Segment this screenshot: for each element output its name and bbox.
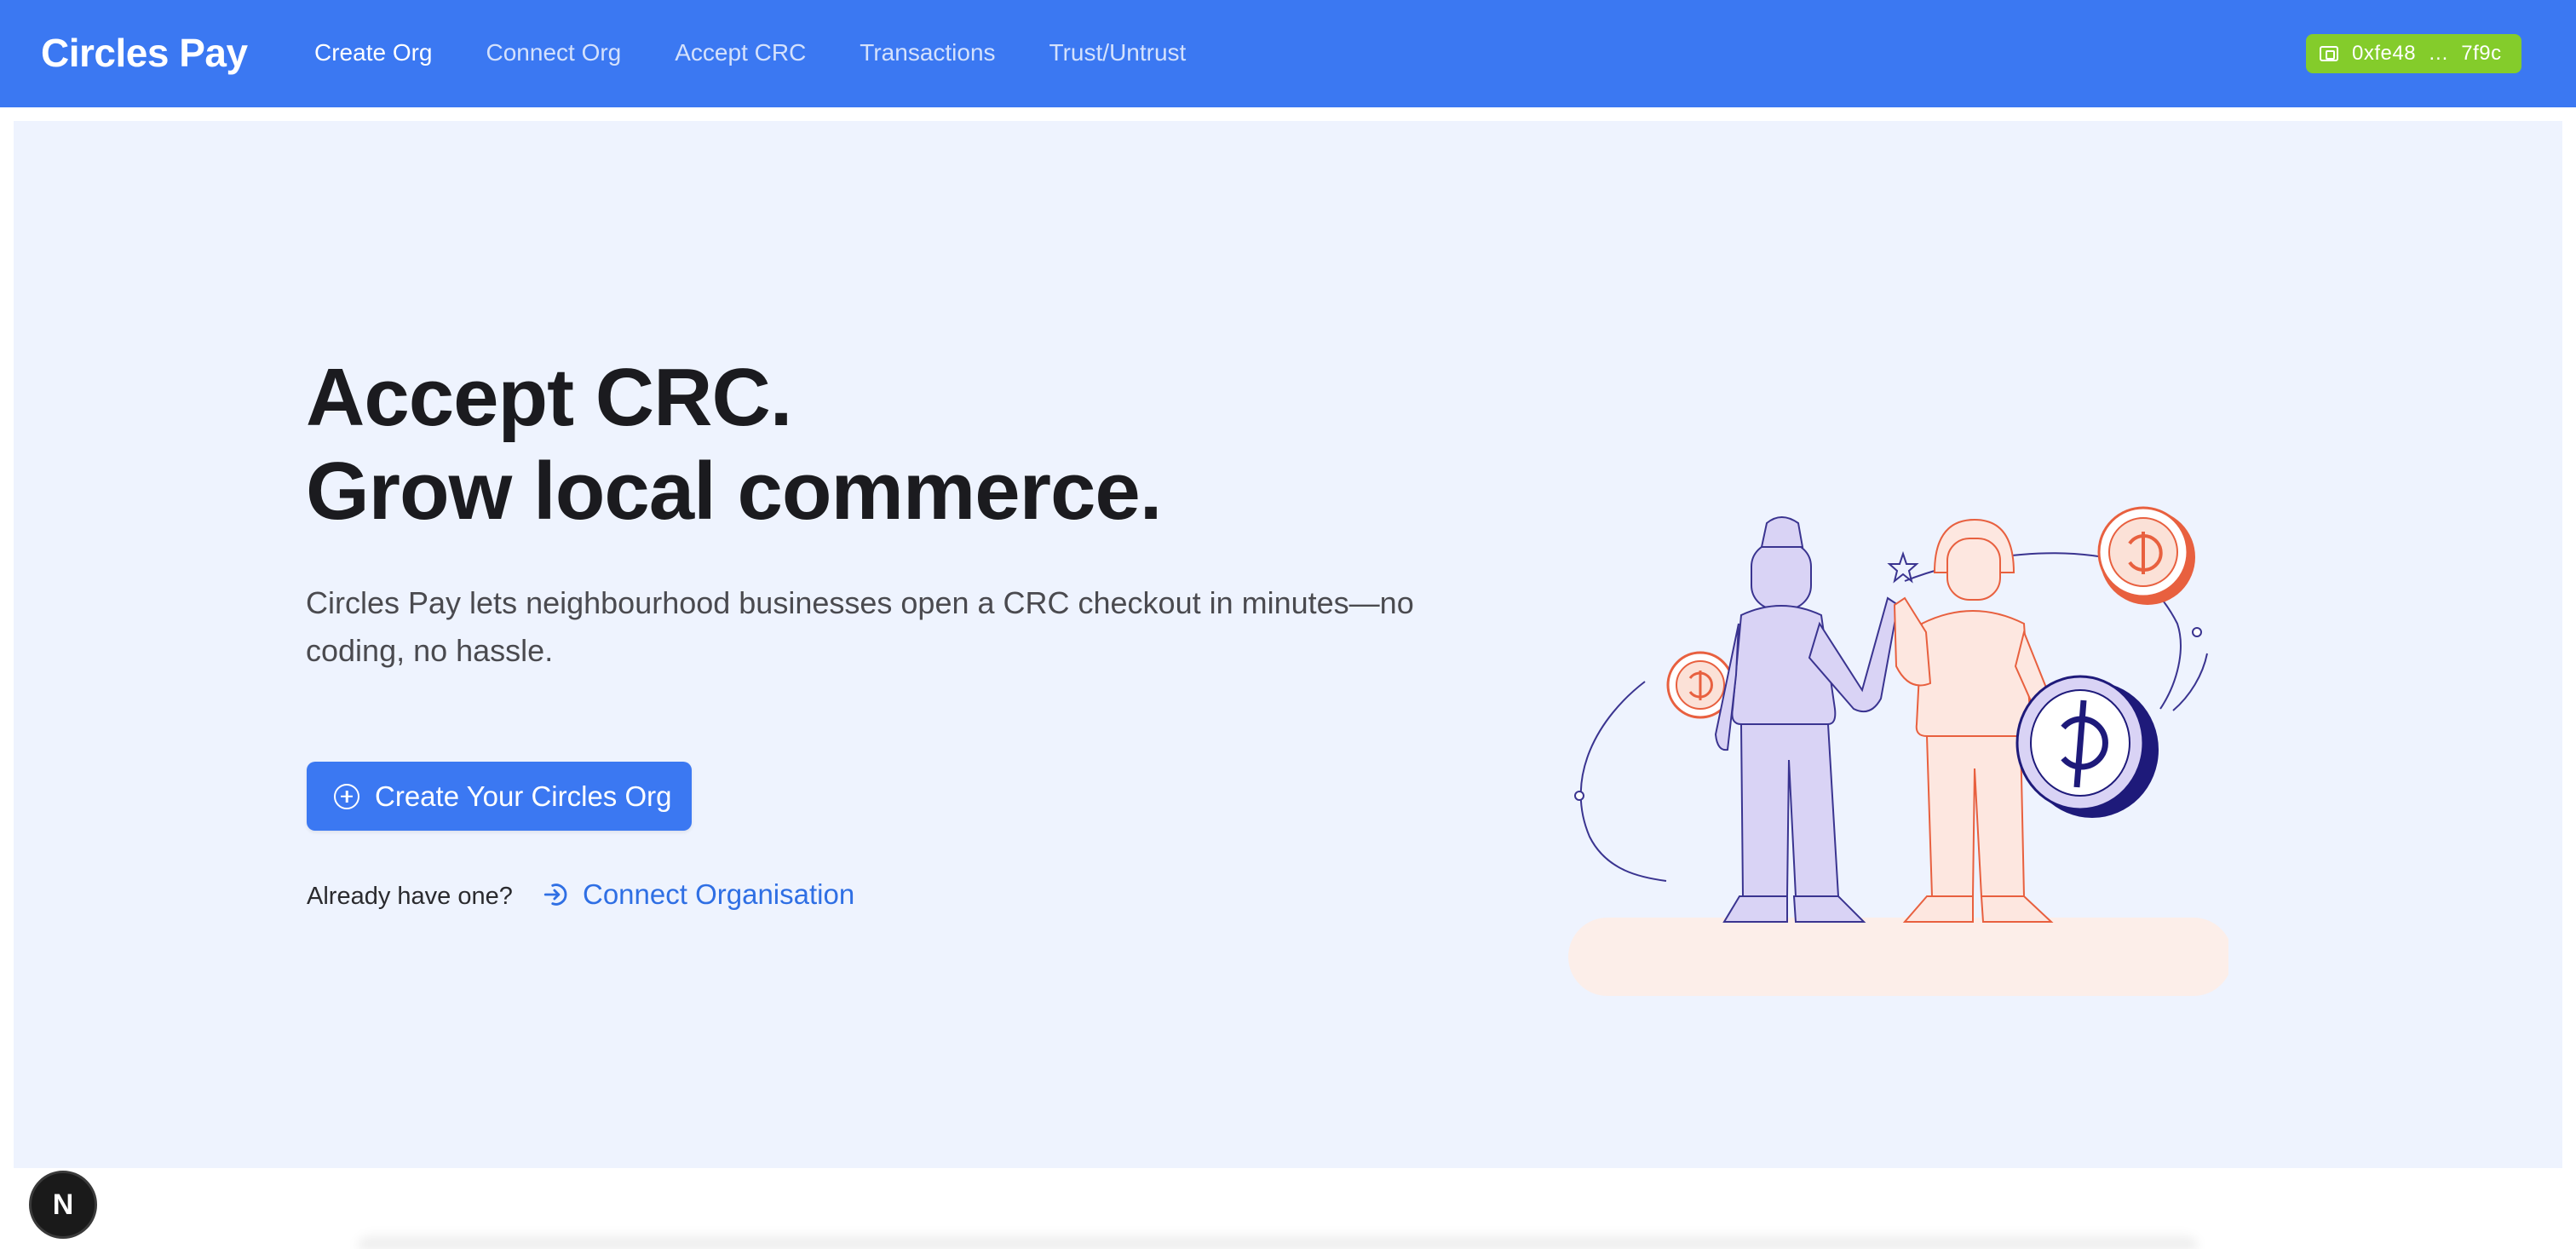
nav-item-accept-crc[interactable]: Accept CRC — [675, 32, 806, 73]
brand-logo[interactable]: Circles Pay — [41, 26, 248, 80]
hero-subtext: Circles Pay lets neighbourhood businesse… — [306, 585, 1414, 668]
coin-top-right — [2097, 506, 2195, 605]
hero-headline: Accept CRC. Grow local commerce. — [306, 351, 1162, 538]
nav-item-transactions[interactable]: Transactions — [860, 32, 995, 73]
wallet-icon — [2320, 46, 2338, 61]
high-five-illustration — [1568, 506, 2228, 996]
nav-item-create-org[interactable]: Create Org — [314, 32, 433, 73]
connect-organisation-link[interactable]: Connect Organisation — [542, 874, 854, 915]
login-icon — [543, 884, 567, 906]
headline-line-1: Accept CRC. — [306, 352, 792, 443]
plus-circle-icon — [334, 783, 359, 809]
already-have-one-text: Already have one? — [307, 883, 513, 910]
hero-section: Accept CRC. Grow local commerce. Circles… — [14, 121, 2562, 1168]
wallet-address: 0xfe48 … 7f9c — [2352, 42, 2502, 65]
create-org-button-label: Create Your Circles Org — [375, 780, 672, 812]
nextjs-dev-badge[interactable]: N — [29, 1171, 97, 1239]
nav-item-trust-untrust[interactable]: Trust/Untrust — [1049, 32, 1187, 73]
man-figure — [1714, 516, 1900, 923]
nav-item-connect-org[interactable]: Connect Org — [486, 32, 622, 73]
nav-links: Create Org Connect Org Accept CRC Transa… — [314, 32, 1239, 73]
coin-large-violet — [2015, 675, 2159, 818]
content-card-edge — [358, 1234, 2198, 1249]
create-org-button[interactable]: Create Your Circles Org — [307, 762, 692, 831]
headline-line-2: Grow local commerce. — [306, 446, 1162, 537]
wallet-button[interactable]: 0xfe48 … 7f9c — [2306, 34, 2521, 73]
connect-organisation-label: Connect Organisation — [583, 878, 855, 910]
top-navbar: Circles Pay Create Org Connect Org Accep… — [0, 0, 2576, 107]
